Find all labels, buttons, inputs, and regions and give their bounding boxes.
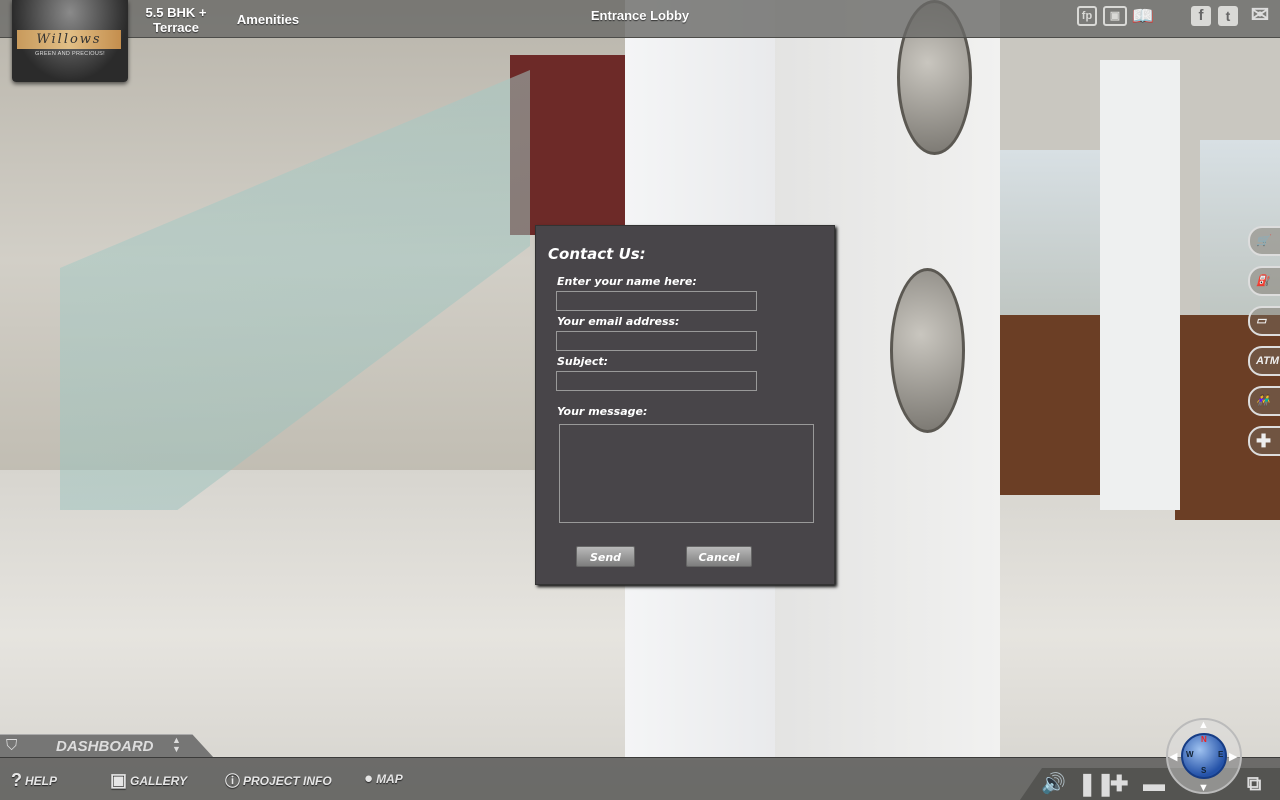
wall-shield-decor: [890, 268, 965, 433]
project-info-label: PROJECT INFO: [243, 773, 332, 788]
zoom-out-icon[interactable]: ▬: [1143, 772, 1165, 796]
help-label: HELP: [25, 773, 58, 788]
gallery-button[interactable]: ▣ GALLERY: [110, 770, 187, 791]
facebook-icon[interactable]: f: [1191, 6, 1211, 26]
atm-icon[interactable]: ATM: [1248, 346, 1280, 376]
help-button[interactable]: ? HELP: [11, 770, 57, 791]
nav-label: Terrace: [152, 20, 199, 35]
project-info-button[interactable]: ⓘ PROJECT INFO: [225, 770, 332, 791]
twitter-icon[interactable]: t: [1218, 6, 1238, 26]
name-label: Enter your name here:: [557, 275, 697, 288]
dialog-title: Contact Us:: [548, 245, 646, 263]
scene-title: Entrance Lobby: [590, 8, 690, 23]
pan-right-icon[interactable]: ▶: [1229, 750, 1237, 763]
nav-amenities[interactable]: Amenities: [230, 12, 306, 27]
floorplan-icon[interactable]: fp: [1077, 6, 1097, 26]
subject-input[interactable]: [556, 371, 757, 391]
dashboard-label: DASHBOARD: [56, 738, 154, 755]
send-button[interactable]: Send: [576, 546, 635, 567]
hospital-cross-icon[interactable]: ✚: [1248, 426, 1280, 456]
window: [1000, 150, 1115, 315]
gallery-icon: ▣: [110, 770, 128, 790]
name-input[interactable]: [556, 291, 757, 311]
school-children-icon[interactable]: 👫: [1248, 386, 1280, 416]
compass-icon: N W E S: [1181, 733, 1227, 779]
fuel-pump-icon[interactable]: ⛽: [1248, 266, 1280, 296]
email-input[interactable]: [556, 331, 757, 351]
subject-label: Subject:: [557, 355, 609, 368]
contact-dialog: Contact Us: Enter your name here: Your e…: [535, 225, 835, 585]
shopping-cart-icon[interactable]: 🛒: [1248, 226, 1280, 256]
nav-unit-type[interactable]: 5.5 BHK + Terrace: [138, 5, 214, 35]
wood-cabinet: [995, 315, 1105, 495]
map-button[interactable]: ● MAP: [364, 770, 403, 787]
logo-text: Willows: [17, 30, 121, 49]
pan-down-icon[interactable]: ▼: [1198, 782, 1209, 794]
message-label: Your message:: [557, 405, 648, 418]
message-textarea[interactable]: [559, 424, 814, 523]
question-icon: ?: [11, 770, 22, 790]
logo[interactable]: Willows GREEN AND PRECIOUS!: [12, 0, 128, 82]
globe-icon: ●: [364, 770, 374, 787]
right-wall: [1100, 60, 1180, 510]
email-label: Your email address:: [557, 315, 680, 328]
gallery-label: GALLERY: [130, 773, 188, 788]
nav-label: 5.5 BHK +: [145, 5, 207, 20]
shield-icon: ⛉: [6, 737, 18, 754]
compass-north: N: [1201, 735, 1207, 744]
info-icon: ⓘ: [225, 773, 241, 790]
compass-west: W: [1186, 750, 1194, 759]
book-icon[interactable]: 📖: [1131, 6, 1155, 26]
dashboard-toggle[interactable]: ⛉ DASHBOARD ▲ ▼: [0, 734, 214, 758]
up-down-arrows-icon: ▲ ▼: [172, 735, 181, 754]
cancel-button[interactable]: Cancel: [686, 546, 752, 567]
compass-east: E: [1218, 750, 1224, 759]
fullscreen-icon[interactable]: ⧉: [1247, 772, 1261, 796]
compass-navigator[interactable]: ▲ ▼ ◀ ▶ N W E S: [1166, 718, 1242, 794]
logo-tagline: GREEN AND PRECIOUS!: [35, 51, 105, 57]
pan-left-icon[interactable]: ◀: [1169, 750, 1177, 763]
gallery-icon[interactable]: ▣: [1103, 6, 1127, 26]
compass-south: S: [1201, 766, 1207, 775]
map-label: MAP: [376, 771, 403, 786]
bus-icon[interactable]: ▭: [1248, 306, 1280, 336]
volume-icon[interactable]: 🔊: [1041, 772, 1066, 796]
zoom-in-icon[interactable]: ✚: [1110, 772, 1128, 796]
email-icon[interactable]: ✉: [1246, 4, 1274, 26]
pan-up-icon[interactable]: ▲: [1198, 719, 1209, 731]
